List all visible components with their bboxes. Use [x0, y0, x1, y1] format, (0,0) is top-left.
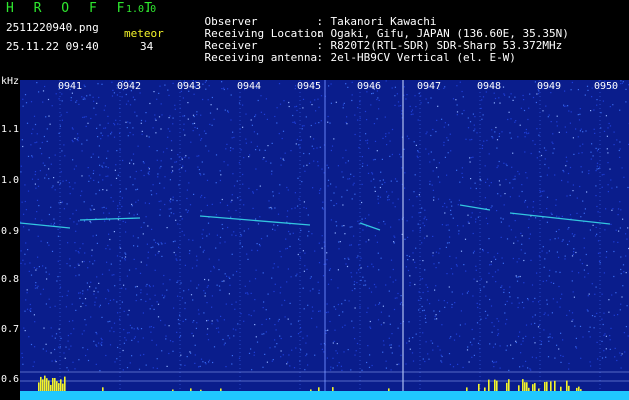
- hrofft-window: H R O F F T 1.0.0 2511220940.png meteor …: [0, 0, 629, 400]
- freq-axis-unit: kHz: [1, 76, 20, 87]
- freq-tick-label: 0.9: [1, 226, 20, 237]
- time-tick-label: 0948: [477, 81, 502, 92]
- time-tick-label: 0947: [417, 81, 442, 92]
- info-separator: :: [316, 51, 324, 64]
- freq-tick-label: 0.8: [1, 274, 20, 285]
- freq-tick-label: 0.6: [1, 374, 20, 385]
- time-tick-label: 0946: [357, 81, 382, 92]
- date-time: 25.11.22 09:40: [6, 40, 99, 53]
- freq-tick-label: 1.0: [1, 175, 20, 186]
- time-tick-label: 0943: [177, 81, 202, 92]
- spectrogram-canvas: [20, 80, 629, 400]
- time-tick-label: 0941: [58, 81, 83, 92]
- meteor-count: 34: [140, 40, 154, 53]
- info-label: Receiving antenna: [204, 51, 318, 64]
- level-baseline: [20, 391, 629, 400]
- app-version: 1.0.0: [126, 4, 157, 15]
- file-name: 2511220940.png: [6, 21, 99, 34]
- time-tick-label: 0945: [297, 81, 322, 92]
- info-value: 2el-HB9CV Vertical (el. E-W): [330, 51, 516, 64]
- signal-trace: [20, 204, 611, 231]
- time-tick-label: 0942: [117, 81, 142, 92]
- info-row-antenna: Receiving antenna: 2el-HB9CV Vertical (el…: [178, 40, 516, 76]
- freq-tick-label: 0.7: [1, 324, 20, 335]
- time-tick-label: 0944: [237, 81, 262, 92]
- spectrogram: [20, 80, 629, 400]
- freq-tick-label: 1.1: [1, 124, 20, 135]
- time-tick-label: 0950: [594, 81, 619, 92]
- meteor-label: meteor: [124, 27, 164, 40]
- time-tick-label: 0949: [537, 81, 562, 92]
